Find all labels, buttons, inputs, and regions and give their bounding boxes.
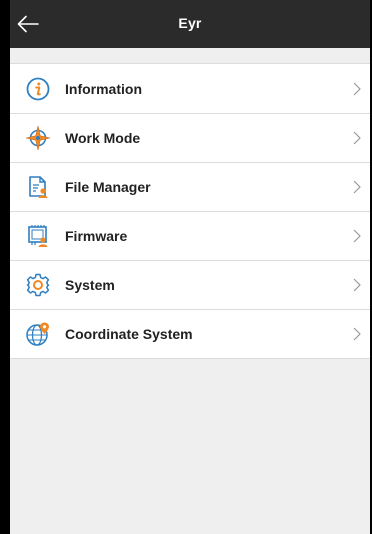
chevron-right-icon (352, 81, 362, 97)
globe-pin-icon (25, 321, 51, 347)
firmware-icon (25, 223, 51, 249)
menu-item-label: Work Mode (65, 129, 141, 146)
menu-item-system[interactable]: System (10, 260, 370, 309)
chevron-right-icon (352, 130, 362, 146)
menu-item-label: Coordinate System (65, 325, 193, 342)
menu-item-work-mode[interactable]: Work Mode (10, 113, 370, 162)
info-icon (25, 76, 51, 102)
menu-item-file-manager[interactable]: File Manager (10, 162, 370, 211)
menu-item-label: Firmware (65, 227, 128, 244)
chevron-right-icon (352, 179, 362, 195)
chevron-right-icon (352, 228, 362, 244)
top-bar: Eyr (10, 0, 370, 48)
settings-menu: Information Work Mode File Manager Firmw… (10, 63, 370, 359)
chevron-right-icon (352, 277, 362, 293)
compass-icon (25, 125, 51, 151)
gear-icon (25, 272, 51, 298)
menu-item-firmware[interactable]: Firmware (10, 211, 370, 260)
page-title: Eyr (178, 15, 202, 31)
menu-item-label: Information (65, 80, 142, 97)
menu-item-label: File Manager (65, 178, 151, 195)
menu-item-coordinate-system[interactable]: Coordinate System (10, 309, 370, 358)
menu-item-information[interactable]: Information (10, 64, 370, 113)
chevron-right-icon (352, 326, 362, 342)
menu-item-label: System (65, 276, 115, 293)
file-manager-icon (25, 174, 51, 200)
app-window: Eyr Information Work Mode File Manager F… (10, 0, 372, 534)
